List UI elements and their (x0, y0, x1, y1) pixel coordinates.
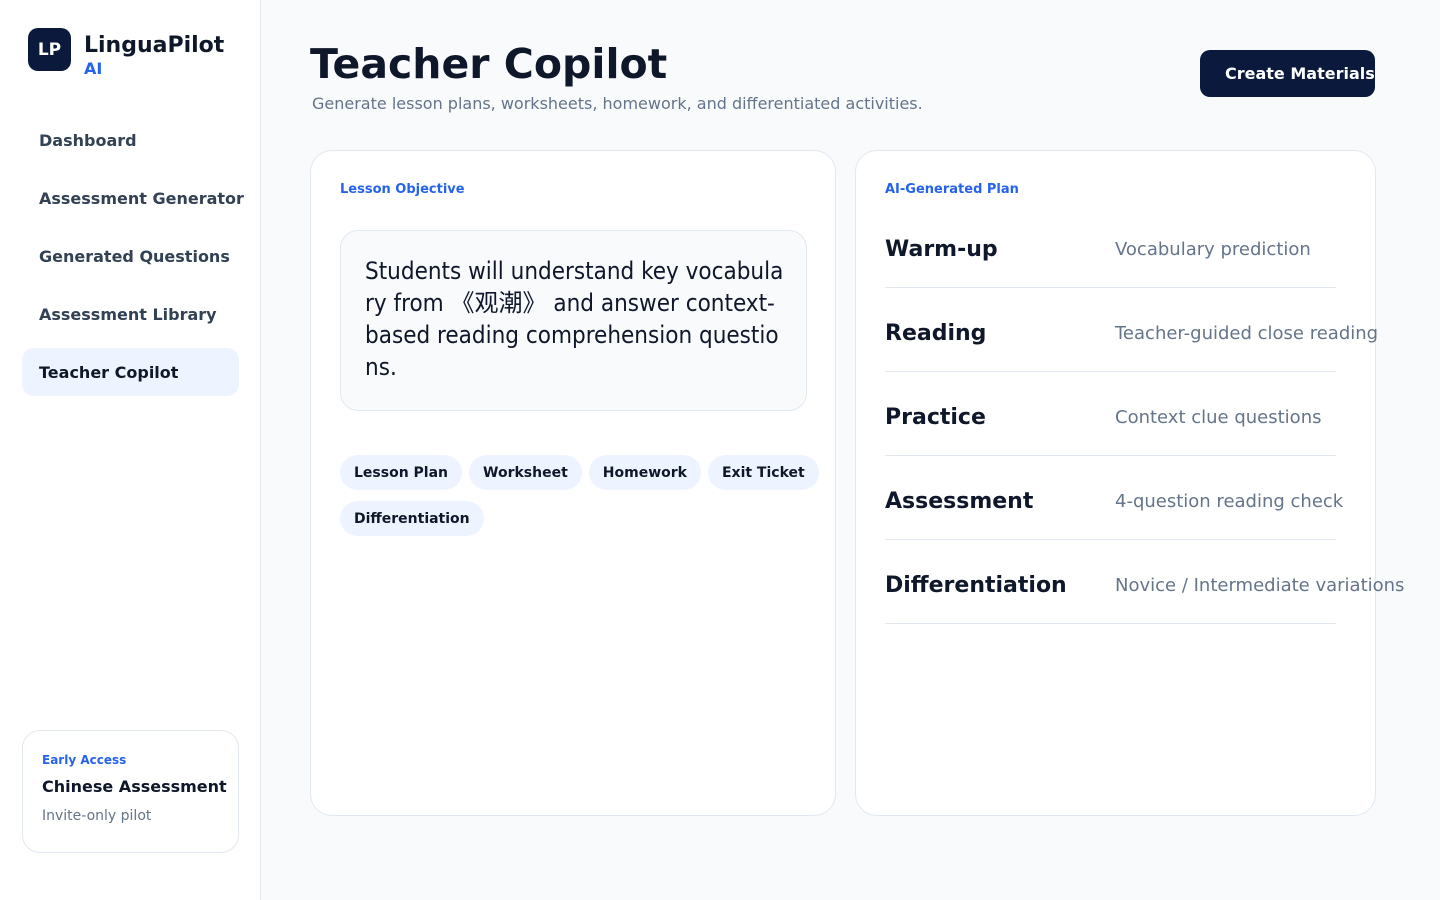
plan-list: Warm-up Vocabulary prediction Reading Te… (885, 204, 1404, 624)
early-access-card: Early Access Chinese Assessment Invite-o… (22, 730, 239, 853)
chip-lesson-plan[interactable]: Lesson Plan (340, 455, 463, 490)
plan-step: Differentiation (885, 573, 1067, 598)
create-materials-button[interactable]: Create Materials (1200, 50, 1375, 97)
material-type-chips: Lesson Plan Worksheet Homework Exit Tick… (340, 455, 830, 536)
lesson-objective-input[interactable]: Students will understand key vocabulary … (340, 230, 807, 411)
chip-exit-ticket[interactable]: Exit Ticket (707, 455, 819, 490)
plan-row: Reading Teacher-guided close reading (885, 288, 1378, 372)
early-access-subtitle: Invite-only pilot (42, 808, 152, 824)
sidebar-item-teacher-copilot[interactable]: Teacher Copilot (22, 348, 239, 396)
ai-plan-label: AI-Generated Plan (885, 182, 1019, 197)
plan-step: Reading (885, 321, 987, 346)
plan-row: Practice Context clue questions (885, 372, 1336, 456)
sidebar-item-assessment-library[interactable]: Assessment Library (22, 290, 239, 338)
plan-detail: Context clue questions (1115, 407, 1322, 428)
chip-differentiation[interactable]: Differentiation (340, 501, 484, 536)
sidebar: LP LinguaPilot AI Dashboard Assessment G… (0, 0, 261, 900)
ai-plan-card: AI-Generated Plan Warm-up Vocabulary pre… (855, 150, 1404, 816)
sidebar-item-dashboard[interactable]: Dashboard (22, 116, 239, 164)
plan-row: Differentiation Novice / Intermediate va… (885, 540, 1404, 624)
plan-detail: Novice / Intermediate variations (1115, 575, 1405, 596)
early-access-title: Chinese Assessment (42, 777, 227, 796)
plan-step: Practice (885, 405, 986, 430)
lesson-objective-card: Lesson Objective Students will understan… (310, 150, 836, 816)
plan-step: Warm-up (885, 237, 998, 262)
brand-sub: AI (84, 59, 103, 78)
plan-detail: Teacher-guided close reading (1115, 323, 1379, 344)
page-title: Teacher Copilot (310, 40, 668, 88)
plan-row: Warm-up Vocabulary prediction (885, 204, 1336, 288)
plan-row: Assessment 4-question reading check (885, 456, 1343, 540)
chip-worksheet[interactable]: Worksheet (469, 455, 582, 490)
sidebar-nav: Dashboard Assessment Generator Generated… (22, 116, 244, 406)
logo-icon: LP (28, 28, 71, 71)
page-subtitle: Generate lesson plans, worksheets, homew… (312, 94, 923, 113)
plan-detail: Vocabulary prediction (1115, 239, 1311, 260)
early-access-label: Early Access (42, 753, 127, 767)
plan-step: Assessment (885, 489, 1034, 514)
lesson-objective-label: Lesson Objective (340, 182, 465, 197)
chip-homework[interactable]: Homework (588, 455, 701, 490)
brand-name: LinguaPilot (84, 33, 225, 58)
sidebar-item-generated-questions[interactable]: Generated Questions (22, 232, 239, 280)
sidebar-item-assessment-generator[interactable]: Assessment Generator (22, 174, 244, 222)
plan-detail: 4-question reading check (1115, 491, 1344, 512)
